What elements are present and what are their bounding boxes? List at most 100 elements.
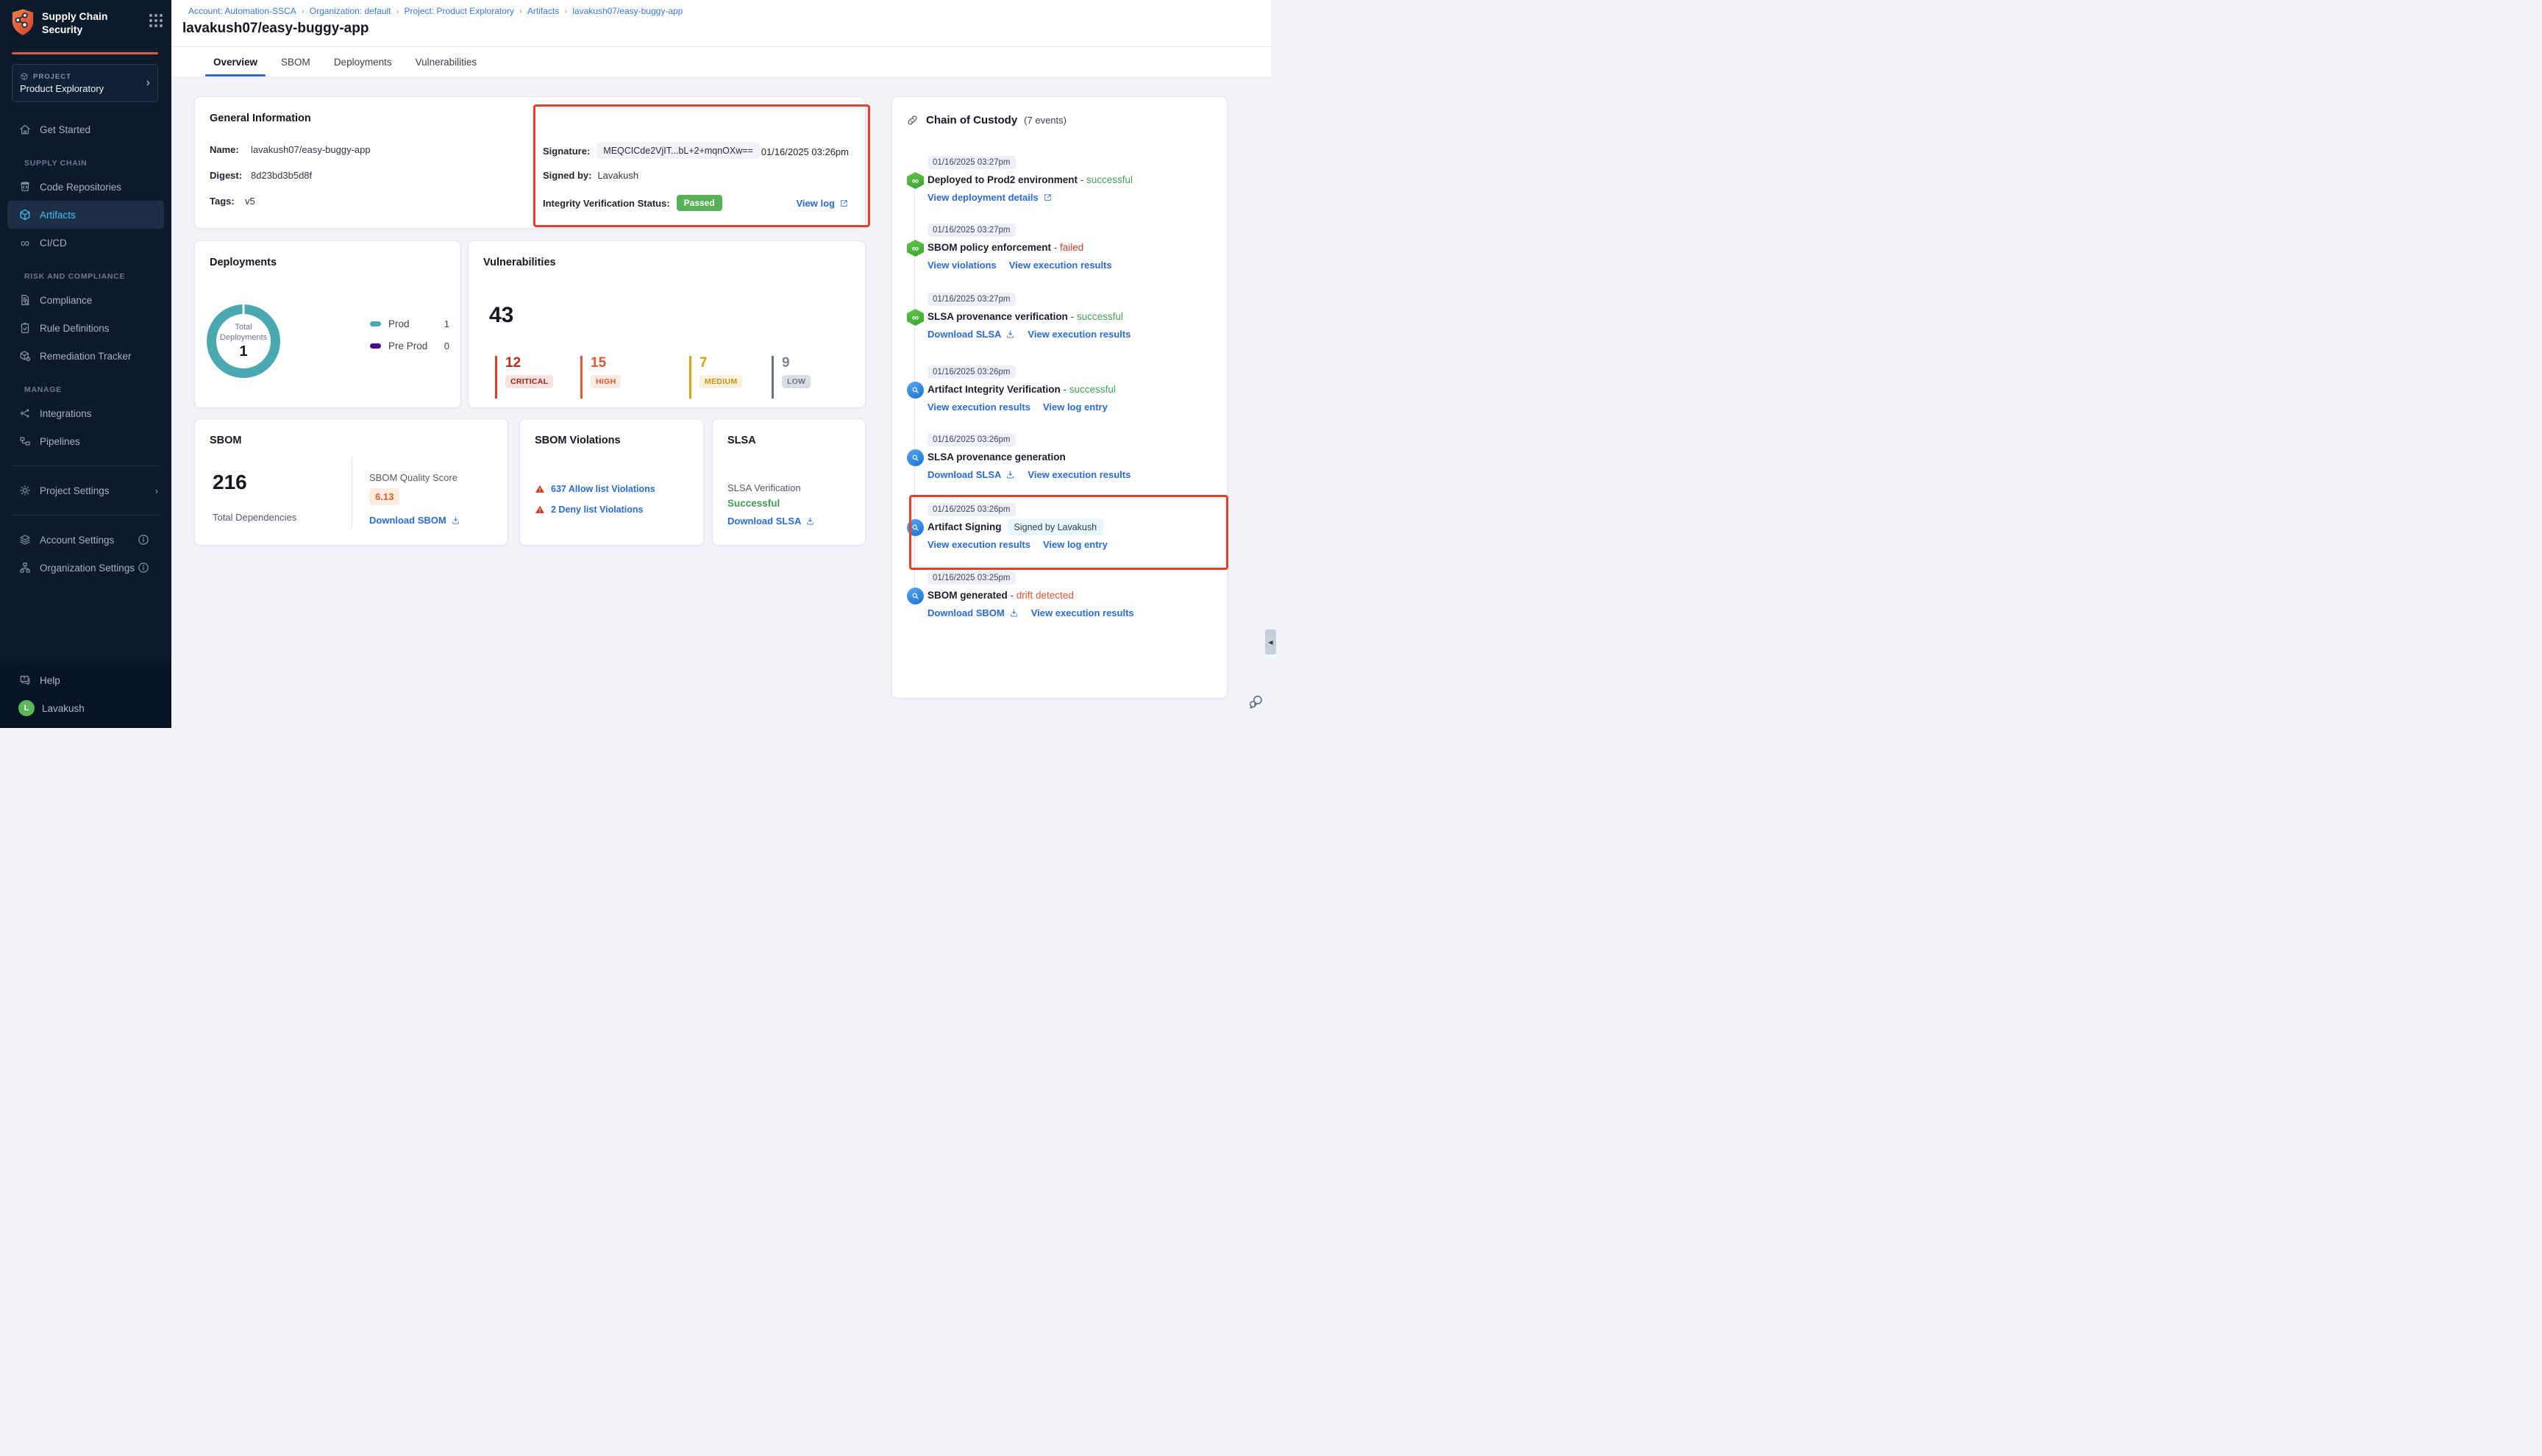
- event-timestamp: 01/16/2025 03:26pm: [928, 433, 1016, 446]
- sidebar-collapse-handle[interactable]: ◀: [1265, 629, 1276, 654]
- event-links: View violations View execution results: [928, 260, 1217, 271]
- sidebar-item-account-settings[interactable]: Account Settings: [7, 526, 164, 554]
- tab-vulnerabilities[interactable]: Vulnerabilities: [406, 47, 487, 76]
- event-title: SBOM generated: [928, 590, 1008, 601]
- sidebar-item-label: Compliance: [40, 295, 158, 306]
- view-violations-link[interactable]: View violations: [928, 260, 997, 271]
- event-title: SLSA provenance generation: [928, 452, 1066, 463]
- violation-link[interactable]: 2 Deny list Violations: [551, 504, 644, 515]
- legend-label: Prod: [388, 318, 444, 329]
- chain-event-1: ∞01/16/2025 03:27pmDeployed to Prod2 env…: [907, 155, 1217, 203]
- event-title-row: SBOM generated - drift detected: [928, 590, 1217, 601]
- view-execution-results-link[interactable]: View execution results: [1028, 329, 1131, 340]
- sbom-card: SBOM 216 Total Dependencies SBOM Quality…: [194, 418, 508, 546]
- event-timestamp: 01/16/2025 03:26pm: [928, 503, 1016, 516]
- legend-value: 1: [444, 318, 449, 329]
- severity-count: 7: [699, 356, 742, 370]
- clipboard-check-icon: [18, 321, 32, 335]
- breadcrumb-separator: ›: [396, 6, 399, 16]
- tab-overview[interactable]: Overview: [204, 47, 267, 76]
- user-name: Lavakush: [42, 703, 158, 714]
- vulnerabilities-total: 43: [489, 303, 513, 328]
- page-title: lavakush07/easy-buggy-app: [171, 16, 1271, 46]
- breadcrumb-item[interactable]: Account: Automation-SSCA: [188, 6, 296, 16]
- info-icon: [137, 561, 150, 574]
- sidebar-item-ci-cd[interactable]: ∞CI/CD: [7, 229, 164, 257]
- view-log-label: View log: [797, 198, 836, 209]
- home-icon: [18, 123, 32, 136]
- sidebar-item-organization-settings[interactable]: Organization Settings: [7, 554, 164, 582]
- severity-critical: 12CRITICAL: [495, 356, 553, 399]
- sidebar-item-code-repositories[interactable]: Code Repositories: [7, 173, 164, 201]
- severity-badge: MEDIUM: [699, 375, 742, 388]
- sidebar-item-help[interactable]: ? Help: [7, 666, 164, 694]
- tab-bar: OverviewSBOMDeploymentsVulnerabilities: [171, 47, 1271, 77]
- feedback-chat-icon[interactable]: [1247, 693, 1264, 710]
- view-execution-results-link[interactable]: View execution results: [1009, 260, 1112, 271]
- supply-chain-security-logo-icon: [10, 8, 35, 36]
- event-title: Artifact Integrity Verification: [928, 384, 1061, 395]
- download-sbom-link[interactable]: Download SBOM: [928, 607, 1019, 618]
- sidebar-item-rule-definitions[interactable]: Rule Definitions: [7, 314, 164, 342]
- event-timestamp: 01/16/2025 03:25pm: [928, 571, 1016, 585]
- chevron-right-icon: ›: [146, 77, 150, 89]
- violation-link[interactable]: 637 Allow list Violations: [551, 484, 655, 494]
- breadcrumb-item[interactable]: lavakush07/easy-buggy-app: [572, 6, 683, 16]
- view-log-link[interactable]: View log: [797, 198, 850, 209]
- sidebar-item-label: Code Repositories: [40, 182, 158, 193]
- sidebar-item-integrations[interactable]: Integrations: [7, 399, 164, 427]
- sidebar-item-remediation-tracker[interactable]: Remediation Tracker: [7, 342, 164, 370]
- view-execution-results-link[interactable]: View execution results: [1028, 469, 1131, 480]
- download-slsa-link[interactable]: Download SLSA: [928, 329, 1015, 340]
- sidebar-item-label: Rule Definitions: [40, 323, 158, 334]
- view-execution-results-link[interactable]: View execution results: [928, 402, 1030, 413]
- digest-row: Digest: 8d23bd3b5d8f: [210, 170, 312, 181]
- repo-icon: [18, 180, 32, 193]
- svg-text:?: ?: [23, 677, 26, 682]
- tab-sbom[interactable]: SBOM: [271, 47, 320, 76]
- general-information-card: General Information Name: lavakush07/eas…: [194, 96, 866, 229]
- tags-label: Tags:: [210, 196, 245, 207]
- download-slsa-link[interactable]: Download SLSA: [727, 515, 815, 527]
- sidebar-item-user[interactable]: L Lavakush: [7, 694, 164, 722]
- sidebar-item-get-started[interactable]: Get Started: [7, 115, 164, 143]
- project-selector[interactable]: PROJECT Product Exploratory ›: [12, 64, 158, 102]
- sidebar-item-project-settings[interactable]: Project Settings›: [7, 477, 164, 504]
- signature-value[interactable]: MEQCICde2VjIT...bL+2+mqnOXw==: [597, 143, 760, 159]
- sidebar-footer: ? Help L Lavakush: [0, 660, 171, 728]
- view-execution-results-link[interactable]: View execution results: [1031, 607, 1134, 618]
- view-log-entry-link[interactable]: View log entry: [1043, 539, 1108, 550]
- download-sbom-link[interactable]: Download SBOM: [369, 515, 460, 526]
- breadcrumb-item[interactable]: Project: Product Exploratory: [405, 6, 514, 16]
- event-links: Download SLSA View execution results: [928, 469, 1217, 480]
- view-log-entry-link[interactable]: View log entry: [1043, 402, 1108, 413]
- integrations-icon: [18, 407, 32, 420]
- view-deployment-details-link[interactable]: View deployment details: [928, 192, 1053, 203]
- sidebar-item-label: CI/CD: [40, 238, 158, 249]
- violation-item: 637 Allow list Violations: [535, 484, 655, 494]
- download-icon: [1005, 470, 1015, 479]
- tab-deployments[interactable]: Deployments: [324, 47, 402, 76]
- sidebar-item-compliance[interactable]: Compliance: [7, 286, 164, 314]
- download-slsa-link[interactable]: Download SLSA: [928, 469, 1015, 480]
- app-grid-icon[interactable]: [149, 8, 163, 27]
- pipelines-icon: [18, 435, 32, 448]
- sidebar-item-artifacts[interactable]: Artifacts: [7, 201, 164, 229]
- event-links: View execution results View log entry: [928, 402, 1217, 413]
- legend-label: Pre Prod: [388, 340, 444, 351]
- digest-value: 8d23bd3b5d8f: [251, 170, 312, 181]
- chain-event-7: 01/16/2025 03:25pm SBOM generated - drift…: [907, 571, 1217, 618]
- chain-of-custody-count: (7 events): [1024, 115, 1067, 126]
- integrity-status-label: Integrity Verification Status:: [543, 198, 670, 209]
- sidebar-item-pipelines[interactable]: Pipelines: [7, 427, 164, 455]
- pipeline-icon: ∞: [907, 240, 924, 257]
- download-icon: [1009, 608, 1019, 618]
- view-execution-results-link[interactable]: View execution results: [928, 539, 1030, 550]
- severity-count: 9: [782, 356, 811, 370]
- scan-icon: [907, 588, 924, 604]
- signature-label: Signature:: [543, 146, 590, 157]
- severity-badge: LOW: [782, 375, 811, 388]
- breadcrumb-item[interactable]: Artifacts: [527, 6, 559, 16]
- breadcrumb-item[interactable]: Organization: default: [310, 6, 391, 16]
- legend-row-pre-prod: Pre Prod0: [370, 340, 449, 351]
